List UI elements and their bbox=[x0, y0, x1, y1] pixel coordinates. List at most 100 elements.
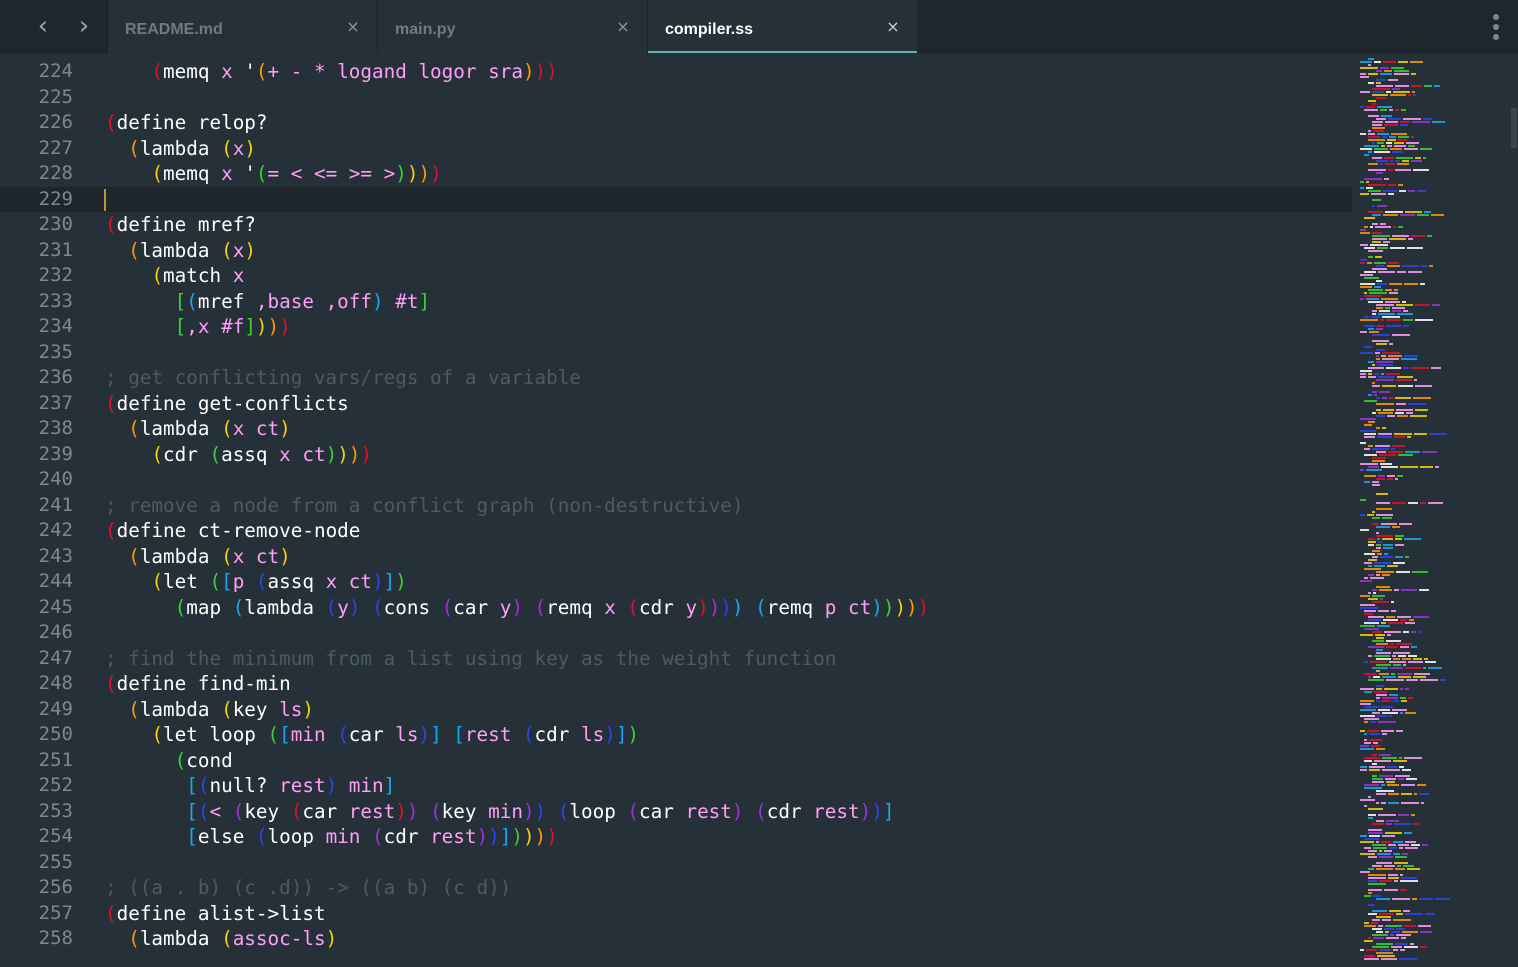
code-line[interactable]: 230 (define mref? bbox=[0, 212, 1352, 238]
minimap-line bbox=[1378, 721, 1396, 723]
code-line[interactable]: 241 ; remove a node from a conflict graph… bbox=[0, 493, 1352, 519]
minimap-line bbox=[1364, 787, 1382, 789]
code-line[interactable]: 244 (let ([p (assq x ct)]) bbox=[0, 569, 1352, 595]
code-line[interactable]: 236 ; get conflicting vars/regs of a vari… bbox=[0, 365, 1352, 391]
minimap-line bbox=[1376, 916, 1391, 918]
code-line[interactable]: 243 (lambda (x ct) bbox=[0, 544, 1352, 570]
tab-compiler-ss[interactable]: compiler.ss × bbox=[647, 0, 917, 54]
minimap-line bbox=[1377, 247, 1388, 249]
minimap-line bbox=[1396, 403, 1406, 405]
code-line[interactable]: 255 bbox=[0, 850, 1352, 876]
minimap-line bbox=[1376, 328, 1383, 330]
close-icon[interactable]: × bbox=[345, 18, 361, 36]
minimap-line bbox=[1405, 556, 1409, 558]
minimap-line bbox=[1397, 163, 1409, 165]
minimap-line bbox=[1376, 478, 1385, 480]
code-line[interactable]: 224 (memq x '(+ - * logand logor sra))) bbox=[0, 59, 1352, 85]
minimap-line bbox=[1372, 934, 1388, 936]
code-text: (let ([p (assq x ct)]) bbox=[151, 570, 407, 593]
minimap-line bbox=[1395, 169, 1411, 171]
code-line[interactable]: 225 bbox=[0, 85, 1352, 111]
minimap-line bbox=[1398, 136, 1409, 138]
minimap-line bbox=[1395, 868, 1405, 870]
code-line[interactable]: 240 bbox=[0, 467, 1352, 493]
close-icon[interactable]: × bbox=[885, 18, 901, 36]
tab-readme[interactable]: README.md × bbox=[107, 0, 377, 54]
code-line[interactable]: 231 (lambda (x) bbox=[0, 238, 1352, 264]
minimap-line bbox=[1360, 370, 1372, 372]
minimap-line bbox=[1392, 526, 1400, 528]
line-number: 246 bbox=[38, 621, 73, 643]
minimap-line bbox=[1368, 598, 1378, 600]
minimap-line bbox=[1380, 319, 1384, 321]
code-line[interactable]: 251 (cond bbox=[0, 748, 1352, 774]
close-icon[interactable]: × bbox=[615, 18, 631, 36]
minimap-line bbox=[1389, 661, 1406, 663]
minimap-line bbox=[1372, 778, 1383, 780]
code-line[interactable]: 257 (define alist->list bbox=[0, 901, 1352, 927]
minimap-line bbox=[1403, 910, 1410, 912]
minimap-line bbox=[1391, 448, 1395, 450]
code-line[interactable]: 237 (define get-conflicts bbox=[0, 391, 1352, 417]
minimap-line bbox=[1368, 877, 1386, 879]
code-line[interactable]: 233 [(mref ,base ,off) #t] bbox=[0, 289, 1352, 315]
code-line[interactable]: 246 bbox=[0, 620, 1352, 646]
minimap-line bbox=[1372, 385, 1380, 387]
minimap-line bbox=[1421, 802, 1424, 804]
minimap-line bbox=[1360, 748, 1374, 750]
code-line[interactable]: 242 (define ct-remove-node bbox=[0, 518, 1352, 544]
code-line[interactable]: 254 [else (loop min (cdr rest))])))) bbox=[0, 824, 1352, 850]
code-line[interactable]: 247 ; find the minimum from a list using … bbox=[0, 646, 1352, 672]
chevron-left-icon[interactable]: ‹ bbox=[32, 12, 54, 40]
chevron-right-icon[interactable]: › bbox=[73, 12, 95, 40]
code-line[interactable]: 248 (define find-min bbox=[0, 671, 1352, 697]
minimap-line bbox=[1376, 688, 1382, 690]
minimap-line bbox=[1372, 235, 1390, 237]
minimap-line bbox=[1413, 94, 1416, 96]
minimap-line bbox=[1376, 931, 1383, 933]
minimap-line bbox=[1376, 415, 1385, 417]
code-line[interactable]: 226 (define relop? bbox=[0, 110, 1352, 136]
code-line[interactable]: 258 (lambda (assoc-ls) bbox=[0, 926, 1352, 952]
code-line[interactable]: 232 (match x bbox=[0, 263, 1352, 289]
minimap-line bbox=[1376, 544, 1381, 546]
minimap-line bbox=[1387, 139, 1396, 141]
kebab-menu-icon[interactable] bbox=[1486, 12, 1506, 42]
minimap-line bbox=[1379, 856, 1393, 858]
code-line[interactable]: 256 ; ((a . b) (c .d)) -> ((a b) (c d)) bbox=[0, 875, 1352, 901]
minimap-line bbox=[1377, 436, 1392, 438]
minimap-line bbox=[1408, 271, 1422, 273]
code-line[interactable]: 249 (lambda (key ls) bbox=[0, 697, 1352, 723]
minimap[interactable] bbox=[1352, 54, 1518, 967]
code-line[interactable]: 238 (lambda (x ct) bbox=[0, 416, 1352, 442]
minimap-line bbox=[1360, 469, 1364, 471]
scrollbar-thumb[interactable] bbox=[1511, 108, 1517, 148]
minimap-line bbox=[1374, 562, 1391, 564]
code-line[interactable]: 229 bbox=[0, 186, 1352, 212]
code-line[interactable]: 234 [,x #f]))) bbox=[0, 314, 1352, 340]
code-line[interactable]: 227 (lambda (x) bbox=[0, 136, 1352, 162]
minimap-line bbox=[1372, 523, 1379, 525]
minimap-line bbox=[1369, 292, 1387, 294]
minimap-line bbox=[1404, 355, 1418, 357]
line-number: 232 bbox=[38, 264, 73, 286]
minimap-line bbox=[1376, 802, 1379, 804]
minimap-line bbox=[1409, 619, 1414, 621]
code-line[interactable]: 245 (map (lambda (y) (cons (car y) (remq… bbox=[0, 595, 1352, 621]
code-line[interactable]: 228 (memq x '(= < <= >= >)))) bbox=[0, 161, 1352, 187]
code-line[interactable]: 252 [(null? rest) min] bbox=[0, 773, 1352, 799]
minimap-line bbox=[1413, 616, 1429, 618]
code-line[interactable]: 235 bbox=[0, 340, 1352, 366]
minimap-line bbox=[1379, 391, 1390, 393]
tab-main-py[interactable]: main.py × bbox=[377, 0, 647, 54]
minimap-line bbox=[1372, 631, 1382, 633]
minimap-line bbox=[1390, 667, 1403, 669]
minimap-line bbox=[1360, 799, 1375, 801]
code-editor[interactable]: 224 (memq x '(+ - * logand logor sra))) 2… bbox=[0, 54, 1352, 967]
minimap-line bbox=[1386, 367, 1401, 369]
code-line[interactable]: 239 (cdr (assq x ct)))) bbox=[0, 442, 1352, 468]
minimap-line bbox=[1406, 679, 1418, 681]
code-line[interactable]: 253 [(< (key (car rest)) (key min)) (loo… bbox=[0, 799, 1352, 825]
code-line[interactable]: 250 (let loop ([min (car ls)] [rest (cdr… bbox=[0, 722, 1352, 748]
minimap-line bbox=[1398, 226, 1403, 228]
